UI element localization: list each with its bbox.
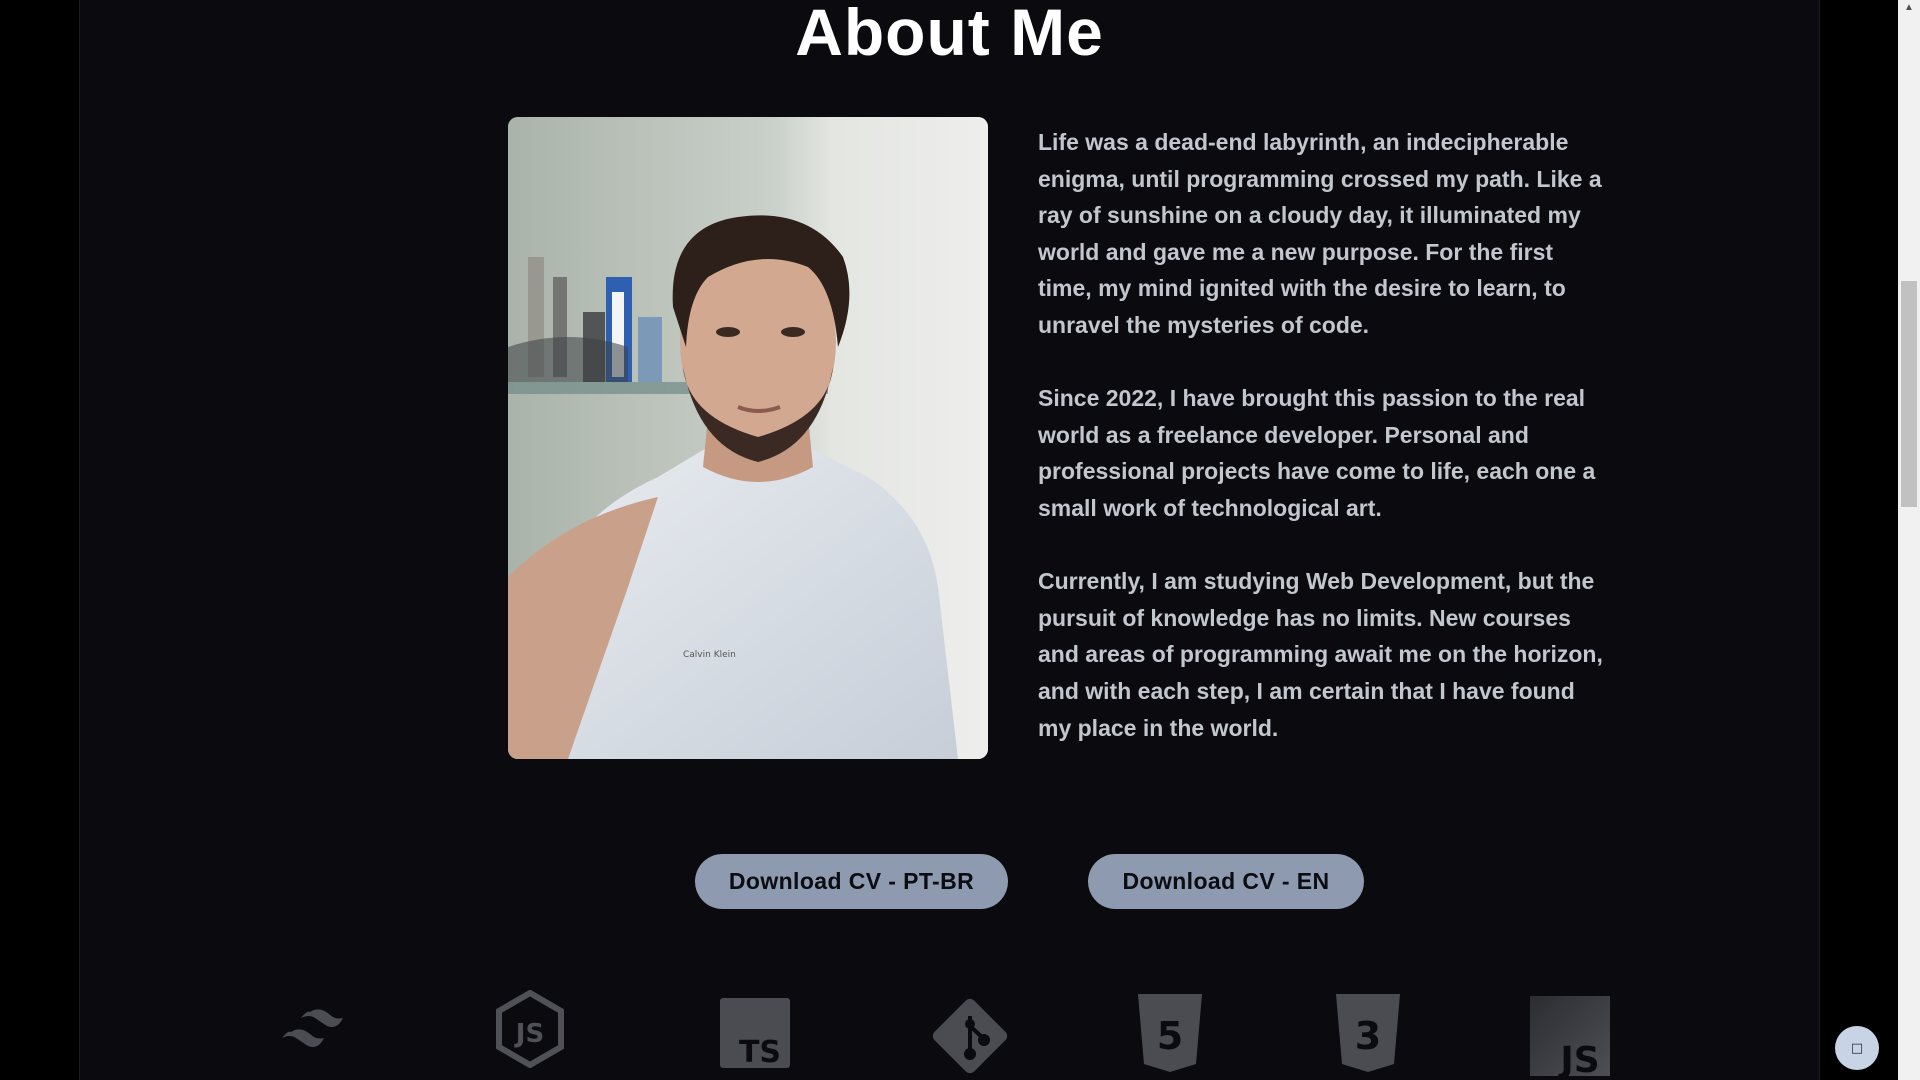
scrollbar-thumb[interactable] — [1901, 281, 1917, 507]
page-scrollbar[interactable]: ▲ — [1898, 0, 1920, 1080]
profile-photo: Calvin Klein — [508, 117, 988, 759]
profile-photo-image: Calvin Klein — [508, 117, 988, 759]
css3-icon: 3 — [1328, 990, 1408, 1080]
svg-text:JS: JS — [1557, 1040, 1599, 1076]
typescript-icon: TS — [715, 990, 795, 1080]
nodejs-icon: JS — [490, 990, 570, 1080]
floating-button-icon: □ — [1850, 1040, 1864, 1056]
javascript-icon: JS — [1528, 990, 1612, 1080]
svg-text:3: 3 — [1355, 1014, 1381, 1058]
svg-text:TS: TS — [739, 1035, 781, 1068]
svg-text:JS: JS — [514, 1019, 544, 1049]
svg-text:5: 5 — [1157, 1014, 1183, 1058]
tech-stack-row: JS TS 5 3 JS — [80, 990, 1819, 1080]
page-column: About Me Calvin Klein Life was a dead-en… — [79, 0, 1820, 1080]
section-title: About Me — [795, 0, 1104, 69]
git-icon — [925, 990, 1015, 1080]
bio-paragraph-3: Currently, I am studying Web Development… — [1038, 568, 1603, 741]
scroll-up-arrow[interactable]: ▲ — [1898, 2, 1920, 14]
download-cv-en-button[interactable]: Download CV - EN — [1088, 854, 1364, 909]
download-cv-pt-br-button[interactable]: Download CV - PT-BR — [695, 854, 1008, 909]
html5-icon: 5 — [1130, 990, 1210, 1080]
about-bio: Life was a dead-end labyrinth, an indeci… — [1038, 124, 1603, 783]
tailwind-icon — [270, 990, 350, 1080]
floating-action-button[interactable]: □ — [1835, 1026, 1879, 1070]
bio-paragraph-1: Life was a dead-end labyrinth, an indeci… — [1038, 129, 1602, 338]
svg-text:Calvin Klein: Calvin Klein — [683, 650, 736, 660]
bio-paragraph-2: Since 2022, I have brought this passion … — [1038, 385, 1596, 521]
